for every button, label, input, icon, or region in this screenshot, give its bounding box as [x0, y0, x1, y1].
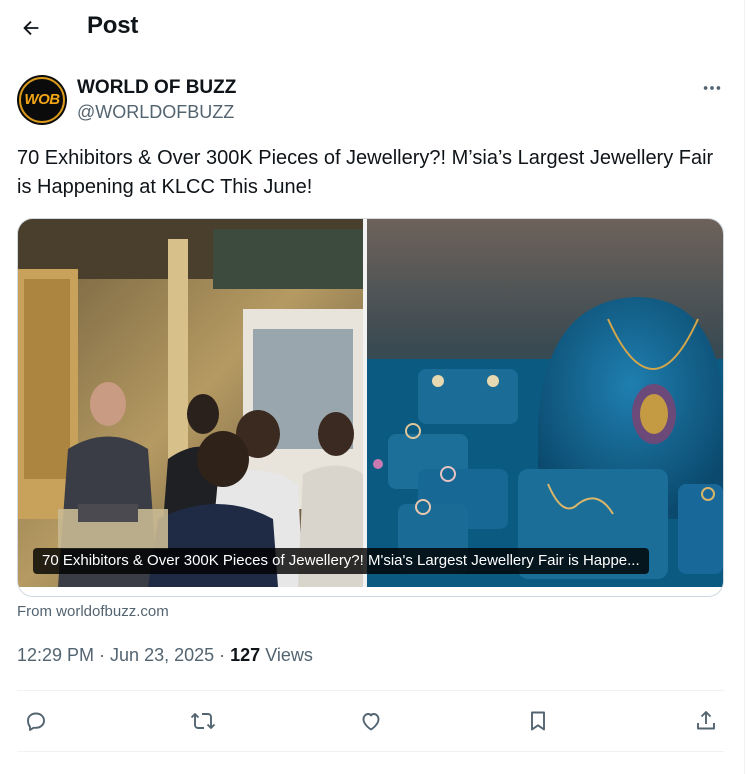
back-button[interactable]: [14, 11, 48, 45]
share-button[interactable]: [686, 700, 726, 742]
link-preview-image: [18, 219, 723, 587]
views-label: Views: [265, 645, 313, 665]
author-handle[interactable]: @WORLDOFBUZZ: [77, 102, 234, 123]
meta-separator: ·: [99, 645, 106, 665]
divider: [17, 751, 724, 752]
page-title: Post: [87, 12, 139, 39]
more-horizontal-icon: [703, 86, 721, 90]
repost-button[interactable]: [183, 700, 223, 742]
post-meta: 12:29 PM · Jun 23, 2025 · 127 Views: [17, 645, 313, 666]
meta-separator: ·: [219, 645, 226, 665]
views-count: 127: [230, 645, 261, 665]
post-time[interactable]: 12:29 PM: [17, 645, 94, 665]
repost-icon: [190, 713, 216, 729]
link-source[interactable]: From worldofbuzz.com: [17, 603, 169, 620]
reply-icon: [27, 712, 45, 731]
divider: [17, 690, 724, 691]
post-header: Post: [0, 0, 745, 54]
bookmark-button[interactable]: [518, 700, 558, 742]
share-icon: [697, 711, 715, 730]
reply-button[interactable]: [16, 700, 56, 742]
link-preview-caption: 70 Exhibitors & Over 300K Pieces of Jewe…: [33, 548, 649, 574]
post-date[interactable]: Jun 23, 2025: [110, 645, 214, 665]
author-display-name[interactable]: WORLD OF BUZZ: [77, 77, 236, 99]
arrow-left-icon: [23, 20, 39, 36]
avatar-logo-text: WOB: [24, 91, 60, 108]
link-preview-card[interactable]: 70 Exhibitors & Over 300K Pieces of Jewe…: [17, 218, 724, 597]
like-icon: [362, 713, 380, 731]
post-actions: [0, 700, 745, 742]
column-border: [744, 0, 745, 774]
bookmark-icon: [531, 711, 545, 731]
post-text: 70 Exhibitors & Over 300K Pieces of Jewe…: [17, 147, 714, 198]
more-options-button[interactable]: [697, 75, 727, 101]
like-button[interactable]: [351, 700, 391, 742]
avatar[interactable]: WOB: [17, 75, 67, 125]
